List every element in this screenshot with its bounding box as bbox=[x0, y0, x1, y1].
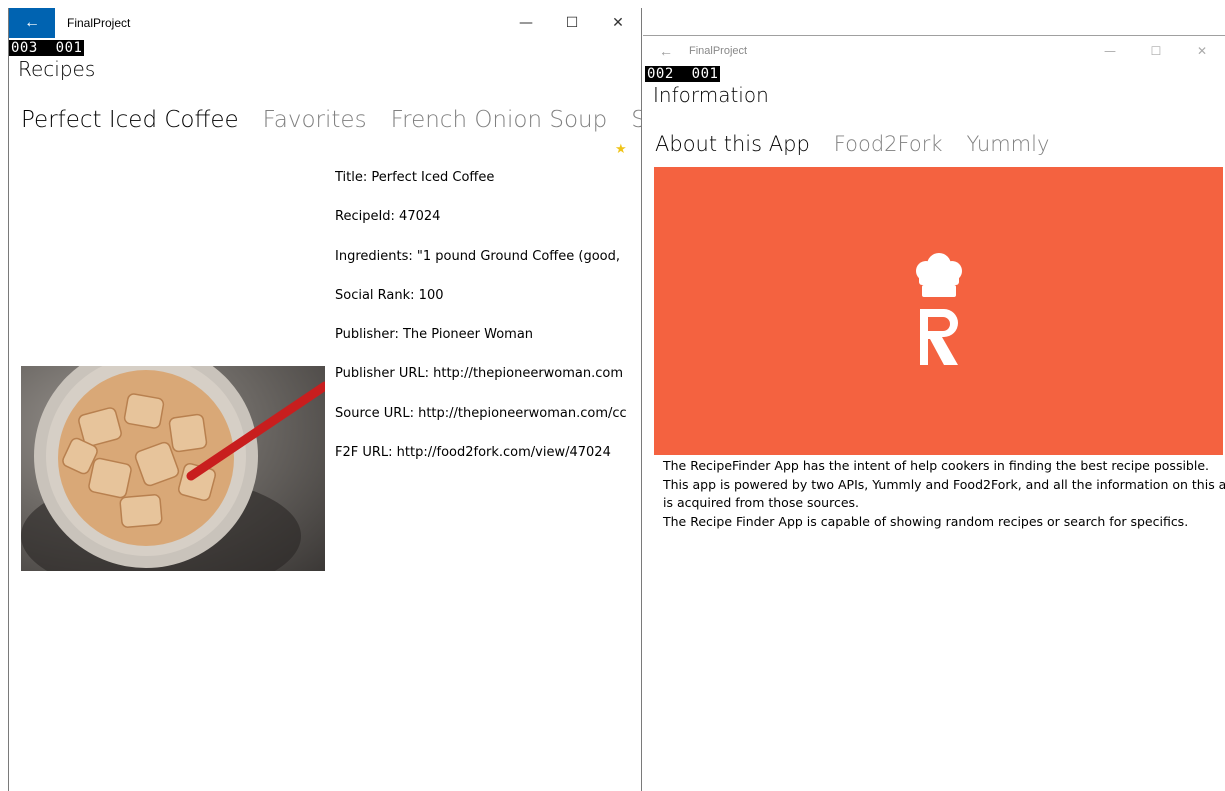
detail-recipe-id: RecipeId: 47024 bbox=[335, 209, 441, 225]
detail-ingredients: Ingredients: "1 pound Ground Coffee (goo… bbox=[335, 248, 620, 264]
maximize-icon: ☐ bbox=[565, 15, 579, 31]
tab-about-this-app[interactable]: About this App bbox=[655, 132, 810, 156]
maximize-button[interactable]: ☐ bbox=[1133, 36, 1179, 66]
close-icon: ✕ bbox=[1196, 44, 1208, 58]
tab-slow-cooker[interactable]: Slow Co bbox=[631, 107, 641, 133]
about-line: The RecipeFinder App has the intent of h… bbox=[663, 458, 1209, 473]
tab-french-onion-soup[interactable]: French Onion Soup bbox=[391, 107, 608, 133]
app-title: FinalProject bbox=[689, 45, 748, 57]
info-pivot: About this App Food2Fork Yummly bbox=[655, 132, 1073, 156]
maximize-icon: ☐ bbox=[1150, 44, 1162, 58]
app-logo-banner bbox=[654, 167, 1223, 455]
page-title: Recipes bbox=[18, 57, 96, 81]
about-line: This app is powered by two APIs, Yummly … bbox=[663, 476, 1225, 492]
back-button[interactable]: ← bbox=[643, 36, 689, 66]
recipes-window: ← FinalProject — ☐ ✕ 003 001 Recipes Per… bbox=[8, 8, 642, 791]
minimize-icon: — bbox=[519, 15, 533, 31]
detail-publisher: Publisher: The Pioneer Woman bbox=[335, 327, 534, 343]
tab-food2fork[interactable]: Food2Fork bbox=[834, 132, 943, 156]
detail-f2f-url: F2F URL: http://food2fork.com/view/47024 bbox=[335, 445, 611, 461]
tab-yummly[interactable]: Yummly bbox=[967, 132, 1050, 156]
detail-title: Title: Perfect Iced Coffee bbox=[335, 170, 495, 185]
title-bar: ← FinalProject — ☐ ✕ bbox=[643, 36, 1225, 66]
title-bar: ← FinalProject — ☐ ✕ bbox=[9, 8, 641, 38]
minimize-button[interactable]: — bbox=[503, 8, 549, 38]
arrow-left-icon: ← bbox=[659, 43, 673, 59]
app-title: FinalProject bbox=[67, 16, 131, 30]
close-button[interactable]: ✕ bbox=[595, 8, 641, 38]
back-button[interactable]: ← bbox=[9, 8, 55, 38]
tab-favorites[interactable]: Favorites bbox=[263, 107, 367, 133]
star-icon[interactable]: ★ bbox=[615, 142, 627, 157]
recipe-image bbox=[21, 366, 325, 571]
about-line: The Recipe Finder App is capable of show… bbox=[663, 513, 1189, 529]
tab-perfect-iced-coffee[interactable]: Perfect Iced Coffee bbox=[21, 107, 239, 133]
information-window: ← FinalProject — ☐ ✕ 002 001 Information… bbox=[643, 35, 1225, 791]
about-description: The RecipeFinder App has the intent of h… bbox=[663, 457, 1225, 531]
iced-coffee-illustration bbox=[21, 366, 325, 571]
recipe-details: Title: Perfect Iced Coffee RecipeId: 470… bbox=[335, 170, 635, 484]
caption-buttons: — ☐ ✕ bbox=[503, 8, 641, 38]
close-button[interactable]: ✕ bbox=[1179, 36, 1225, 66]
frame-counter: 003 001 bbox=[9, 40, 85, 56]
minimize-icon: — bbox=[1104, 44, 1116, 58]
frame-counter: 002 001 bbox=[645, 66, 721, 82]
caption-buttons: — ☐ ✕ bbox=[1087, 36, 1225, 66]
minimize-button[interactable]: — bbox=[1087, 36, 1133, 66]
chef-hat-R-logo bbox=[916, 253, 962, 365]
about-line: is acquired from those sources. bbox=[663, 495, 859, 510]
maximize-button[interactable]: ☐ bbox=[549, 8, 595, 38]
detail-social-rank: Social Rank: 100 bbox=[335, 287, 444, 303]
close-icon: ✕ bbox=[612, 15, 624, 31]
page-title: Information bbox=[653, 83, 769, 107]
detail-publisher-url: Publisher URL: http://thepioneerwoman.co… bbox=[335, 366, 624, 382]
recipe-pivot: Perfect Iced Coffee Favorites French Oni… bbox=[21, 107, 641, 133]
arrow-left-icon: ← bbox=[24, 14, 40, 31]
detail-source-url: Source URL: http://thepioneerwoman.com/c… bbox=[335, 405, 627, 421]
